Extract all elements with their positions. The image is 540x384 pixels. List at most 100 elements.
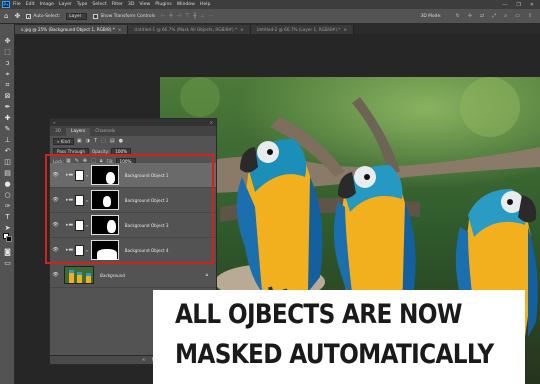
3d-slide-icon[interactable]: ⇄	[480, 13, 484, 19]
eyedropper-tool-icon[interactable]: ✒	[2, 103, 13, 112]
caption-line-2: MASKED AUTOMATICALLY	[175, 339, 494, 370]
show-transform-label: Show Transform Controls	[100, 13, 156, 19]
lasso-tool-icon[interactable]: ↄ	[2, 59, 13, 68]
document-tab-bar: s.jpg @ 25% (Background Object 1, RGB/8)…	[15, 24, 540, 34]
show-transform-checkbox[interactable]	[93, 13, 99, 19]
eraser-tool-icon[interactable]: ◫	[2, 158, 13, 167]
3d-pan-icon[interactable]: ✢	[468, 13, 472, 19]
blur-tool-icon[interactable]: ●	[2, 180, 13, 189]
smart-object-filter-icon[interactable]: ▤	[110, 138, 115, 144]
home-icon[interactable]: ⌂	[4, 12, 8, 20]
restore-icon[interactable]: ❐	[516, 2, 520, 8]
close-icon[interactable]: ×	[343, 27, 347, 32]
close-icon[interactable]: ×	[240, 27, 244, 32]
brush-tool-icon[interactable]: ✎	[2, 125, 13, 134]
lock-icon: 🔒︎	[205, 273, 208, 278]
caption-overlay: ALL OJBECTS ARE NOW MASKED AUTOMATICALLY	[153, 290, 525, 384]
tab-channels[interactable]: Channels	[90, 128, 120, 136]
type-filter-icon[interactable]: T	[94, 138, 97, 144]
share-icon[interactable]: ⇪	[528, 13, 532, 19]
menu-select[interactable]: Select	[92, 2, 106, 7]
caption-line-1: ALL OJBECTS ARE NOW	[175, 299, 462, 330]
menu-type[interactable]: Type	[77, 2, 88, 7]
align-left-icon[interactable]: ⊢	[161, 13, 165, 19]
frame-tool-icon[interactable]: ⊠	[2, 92, 13, 101]
tab-layers[interactable]: Layers	[66, 128, 91, 136]
tab-document-2[interactable]: Untitled-1 @ 66.7% (Mask All Objects, RG…	[128, 25, 251, 34]
menu-image[interactable]: Image	[40, 2, 54, 7]
layer-name[interactable]: Background	[100, 273, 125, 278]
tools-panel: ✥ ⬚ ↄ ⌖ ⌗ ⊠ ✒ ✚ ✎ ⊥ ↶ ◫ ▤ ● ○ ✑ T ➤ ◙ ▭ …	[0, 24, 15, 384]
align-middle-icon[interactable]: ╫	[193, 13, 196, 19]
menu-bar: Ps File Edit Image Layer Type Select Fil…	[0, 0, 540, 9]
menu-plugins[interactable]: Plugins	[155, 2, 171, 7]
tab-document-3[interactable]: Untitled-2 @ 66.7% (Layer 1, RGB/8#) * ×	[250, 25, 354, 34]
close-panel-icon[interactable]: ×	[210, 120, 213, 125]
pen-tool-icon[interactable]: ✑	[2, 202, 13, 211]
tab-document-2-label: Untitled-1 @ 66.7% (Mask All Objects, RG…	[134, 27, 238, 32]
type-tool-icon[interactable]: T	[2, 213, 13, 222]
align-center-icon[interactable]: ╪	[169, 13, 172, 19]
marquee-tool-icon[interactable]: ⬚	[2, 48, 13, 57]
auto-select-checkbox[interactable]: ✓	[26, 13, 32, 19]
path-selection-tool-icon[interactable]: ➤	[2, 224, 13, 233]
tab-document-1[interactable]: s.jpg @ 25% (Background Object 1, RGB/8)…	[15, 25, 129, 34]
align-top-icon[interactable]: ⊤	[185, 13, 189, 19]
dodge-tool-icon[interactable]: ○	[2, 191, 13, 200]
history-brush-tool-icon[interactable]: ↶	[2, 147, 13, 156]
tab-3d[interactable]: 3D	[50, 128, 66, 136]
close-icon[interactable]: ✕	[530, 2, 534, 8]
3d-rotate-icon[interactable]: ↻	[456, 13, 460, 19]
menu-help[interactable]: Help	[200, 2, 210, 7]
crop-tool-icon[interactable]: ⌗	[2, 81, 13, 90]
menu-filter[interactable]: Filter	[112, 2, 123, 7]
adjustment-filter-icon[interactable]: ◑	[86, 138, 90, 144]
clone-stamp-tool-icon[interactable]: ⊥	[2, 136, 13, 145]
screen-mode-icon[interactable]: ▭	[2, 259, 13, 268]
filter-toggle-icon[interactable]: ●	[119, 138, 123, 144]
options-right-group: 3D Mode: ↻ ✢ ⇄ ⤢ ⌕ ▭ ⇪	[421, 13, 540, 19]
quick-mask-icon[interactable]: ◙	[2, 248, 13, 257]
auto-select-label: Auto-Select:	[33, 13, 61, 19]
shape-filter-icon[interactable]: ⬚	[101, 138, 106, 144]
move-tool-icon[interactable]: ✥	[2, 37, 13, 46]
visibility-eye-icon[interactable]: 👁︎	[50, 272, 61, 278]
link-layers-icon[interactable]: ∞	[141, 357, 145, 363]
3d-scale-icon[interactable]: ⤢	[492, 13, 496, 19]
menu-file[interactable]: File	[13, 2, 21, 7]
gradient-tool-icon[interactable]: ▤	[2, 169, 13, 178]
menu-edit[interactable]: Edit	[26, 2, 35, 7]
more-options-icon[interactable]: ⋯	[209, 13, 214, 19]
menu-view[interactable]: View	[139, 2, 150, 7]
healing-brush-tool-icon[interactable]: ✚	[2, 114, 13, 123]
kind-filter-dropdown[interactable]: ⌕ Kind	[53, 137, 74, 145]
background-color-swatch[interactable]	[6, 236, 12, 242]
workspace-icon[interactable]: ▭	[515, 13, 520, 19]
panel-header: « ×	[50, 119, 216, 126]
filter-row: ⌕ Kind ▣ ◑ T ⬚ ▤ ●	[50, 136, 216, 146]
background-thumbnail-image	[65, 267, 93, 283]
move-tool-icon[interactable]: ✥	[14, 12, 20, 20]
opacity-label: Opacity:	[91, 148, 110, 154]
options-bar: ⌂ ✥ ✓ Auto-Select: Layer Show Transform …	[0, 9, 540, 24]
close-icon[interactable]: ×	[118, 27, 122, 32]
highlight-box	[45, 154, 214, 264]
tab-document-1-label: s.jpg @ 25% (Background Object 1, RGB/8)…	[21, 27, 115, 32]
window-controls: — ❐ ✕	[502, 2, 540, 8]
menu-3d[interactable]: 3D	[128, 2, 134, 7]
object-selection-tool-icon[interactable]: ⌖	[2, 70, 13, 79]
align-right-icon[interactable]: ⊣	[176, 13, 180, 19]
collapse-icon[interactable]: «	[53, 120, 55, 125]
menu-window[interactable]: Window	[177, 2, 195, 7]
layer-row-background[interactable]: 👁︎ Background 🔒︎	[50, 263, 216, 288]
pixel-filter-icon[interactable]: ▣	[77, 138, 82, 144]
search-icon[interactable]: ⌕	[504, 13, 507, 19]
3d-mode-label: 3D Mode:	[420, 13, 442, 19]
menu-layer[interactable]: Layer	[59, 2, 72, 7]
auto-select-target-dropdown[interactable]: Layer	[66, 12, 88, 20]
minimize-icon[interactable]: —	[502, 2, 507, 8]
kind-filter-label: Kind	[60, 138, 70, 144]
align-bottom-icon[interactable]: ⊥	[200, 13, 204, 19]
photoshop-logo-icon: Ps	[2, 1, 10, 8]
background-thumbnail	[64, 266, 94, 284]
